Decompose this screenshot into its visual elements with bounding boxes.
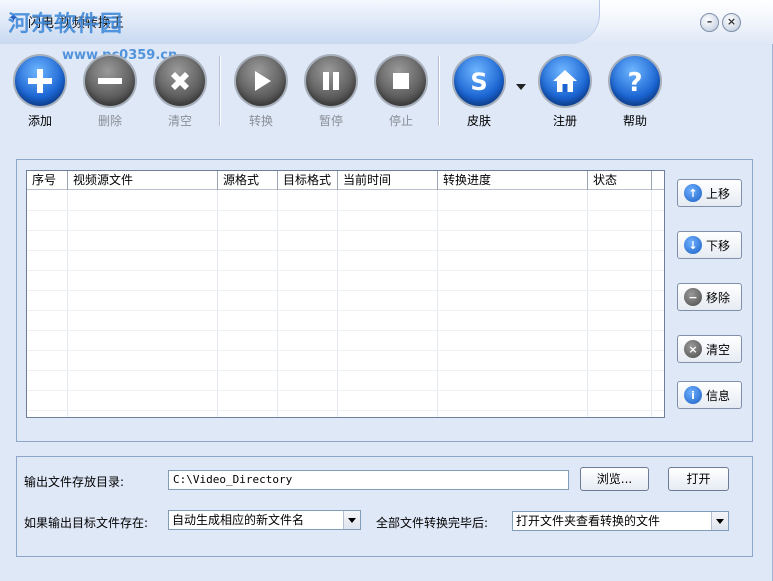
column-divider bbox=[337, 190, 338, 417]
column-divider bbox=[277, 190, 278, 417]
convert-button[interactable]: 转换 bbox=[226, 54, 296, 130]
arrow-up-icon: ↑ bbox=[684, 184, 702, 202]
register-button[interactable]: 注册 bbox=[530, 54, 600, 130]
clear-label: 清空 bbox=[167, 114, 192, 128]
move-down-button[interactable]: ↓ 下移 bbox=[677, 231, 742, 259]
minus-icon: − bbox=[684, 288, 702, 306]
chevron-down-icon[interactable] bbox=[711, 512, 728, 530]
file-list-panel: 序号 视频源文件 源格式 目标格式 当前时间 转换进度 状态 ↑ 上移 ↓ 下移… bbox=[16, 159, 753, 442]
output-options-panel: 输出文件存放目录: C:\Video_Directory 浏览... 打开 如果… bbox=[16, 456, 753, 557]
column-divider bbox=[217, 190, 218, 417]
skin-dropdown-arrow-icon[interactable] bbox=[516, 84, 526, 90]
remove-label: 移除 bbox=[706, 290, 731, 305]
clear-list-button[interactable]: × 清空 bbox=[677, 335, 742, 363]
stop-label: 停止 bbox=[388, 114, 413, 128]
remove-button[interactable]: − 移除 bbox=[677, 283, 742, 311]
watermark-text: 河东软件园 bbox=[8, 12, 124, 37]
minus-icon bbox=[83, 54, 137, 108]
clear-list-label: 清空 bbox=[706, 342, 731, 357]
help-button[interactable]: ? 帮助 bbox=[600, 54, 670, 130]
row-divider bbox=[27, 370, 664, 371]
svg-text:S: S bbox=[470, 68, 487, 96]
arrow-down-icon: ↓ bbox=[684, 236, 702, 254]
pause-button[interactable]: 暂停 bbox=[296, 54, 366, 130]
delete-button[interactable]: 删除 bbox=[75, 54, 145, 130]
row-divider bbox=[27, 310, 664, 311]
column-divider bbox=[437, 190, 438, 417]
svg-text:?: ? bbox=[627, 68, 642, 96]
output-dir-label: 输出文件存放目录: bbox=[24, 475, 125, 489]
skin-s-icon: S bbox=[452, 54, 506, 108]
move-up-label: 上移 bbox=[706, 186, 731, 201]
column-divider bbox=[587, 190, 588, 417]
row-divider bbox=[27, 350, 664, 351]
pause-icon bbox=[304, 54, 358, 108]
home-icon bbox=[538, 54, 592, 108]
column-header-index[interactable]: 序号 bbox=[27, 171, 68, 190]
column-header-source-file[interactable]: 视频源文件 bbox=[68, 171, 218, 190]
close-button[interactable]: × bbox=[722, 13, 741, 32]
minimize-button[interactable]: – bbox=[700, 13, 719, 32]
add-label: 添加 bbox=[27, 114, 52, 128]
x-icon: × bbox=[684, 340, 702, 358]
column-header-status[interactable]: 状态 bbox=[588, 171, 652, 190]
move-up-button[interactable]: ↑ 上移 bbox=[677, 179, 742, 207]
row-divider bbox=[27, 330, 664, 331]
skin-button[interactable]: S 皮肤 bbox=[444, 54, 514, 130]
move-down-label: 下移 bbox=[706, 238, 731, 253]
plus-icon bbox=[13, 54, 67, 108]
column-header-target-format[interactable]: 目标格式 bbox=[278, 171, 338, 190]
skin-label: 皮肤 bbox=[466, 114, 491, 128]
play-icon bbox=[234, 54, 288, 108]
row-divider bbox=[27, 390, 664, 391]
row-divider bbox=[27, 270, 664, 271]
column-divider bbox=[67, 190, 68, 417]
row-divider bbox=[27, 250, 664, 251]
row-divider bbox=[27, 230, 664, 231]
row-divider bbox=[27, 210, 664, 211]
column-header-source-format[interactable]: 源格式 bbox=[218, 171, 278, 190]
file-table-header: 序号 视频源文件 源格式 目标格式 当前时间 转换进度 状态 bbox=[27, 171, 664, 190]
stop-icon bbox=[374, 54, 428, 108]
column-divider bbox=[651, 190, 652, 417]
after-finish-select[interactable]: 打开文件夹查看转换的文件 bbox=[512, 511, 729, 531]
info-button[interactable]: i 信息 bbox=[677, 381, 742, 409]
convert-label: 转换 bbox=[248, 114, 273, 128]
toolbar: 添加 删除 清空 转换 暂停 停止 S 皮肤 注册 ? 帮助 bbox=[0, 52, 773, 132]
info-icon: i bbox=[684, 386, 702, 404]
file-exists-select[interactable]: 自动生成相应的新文件名 bbox=[168, 510, 361, 530]
x-icon bbox=[153, 54, 207, 108]
file-exists-label: 如果输出目标文件存在: bbox=[24, 516, 149, 530]
register-label: 注册 bbox=[552, 114, 577, 128]
file-exists-value: 自动生成相应的新文件名 bbox=[172, 513, 305, 527]
column-header-progress[interactable]: 转换进度 bbox=[438, 171, 588, 190]
open-button[interactable]: 打开 bbox=[668, 467, 729, 491]
toolbar-separator bbox=[438, 56, 440, 126]
clear-button[interactable]: 清空 bbox=[145, 54, 215, 130]
question-icon: ? bbox=[608, 54, 662, 108]
pause-label: 暂停 bbox=[318, 114, 343, 128]
delete-label: 删除 bbox=[97, 114, 122, 128]
stop-button[interactable]: 停止 bbox=[366, 54, 436, 130]
help-label: 帮助 bbox=[622, 114, 647, 128]
chevron-down-icon[interactable] bbox=[343, 511, 360, 529]
info-label: 信息 bbox=[706, 388, 731, 403]
column-header-current-time[interactable]: 当前时间 bbox=[338, 171, 438, 190]
row-divider bbox=[27, 410, 664, 411]
add-button[interactable]: 添加 bbox=[5, 54, 75, 130]
title-bar[interactable]: ✦ 闪电-视频转换王 河东软件园 – × bbox=[0, 0, 773, 44]
toolbar-separator bbox=[219, 56, 221, 126]
output-dir-field[interactable]: C:\Video_Directory bbox=[168, 470, 569, 490]
row-divider bbox=[27, 290, 664, 291]
after-finish-value: 打开文件夹查看转换的文件 bbox=[516, 514, 661, 528]
after-finish-label: 全部文件转换完毕后: bbox=[376, 516, 489, 530]
app-window: ✦ 闪电-视频转换王 河东软件园 – × www.pc0359.cn 添加 删除… bbox=[0, 0, 773, 581]
browse-button[interactable]: 浏览... bbox=[580, 467, 649, 491]
file-table[interactable]: 序号 视频源文件 源格式 目标格式 当前时间 转换进度 状态 bbox=[26, 170, 665, 418]
